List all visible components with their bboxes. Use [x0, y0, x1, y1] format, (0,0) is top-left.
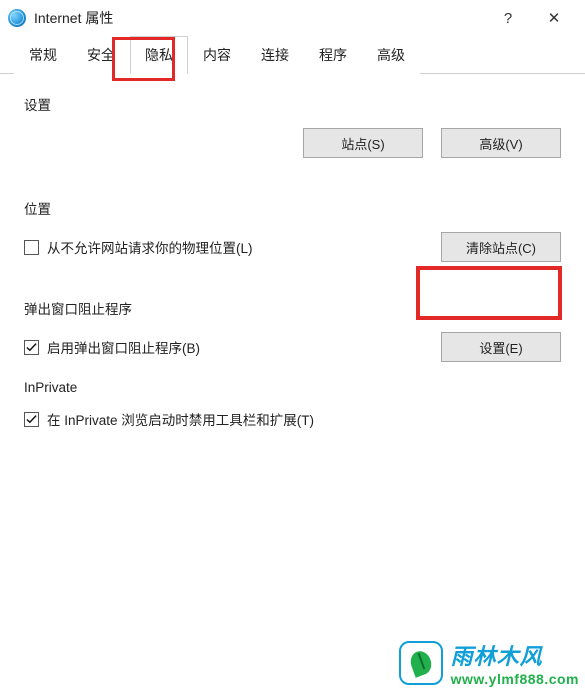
- popup-checkbox[interactable]: [24, 340, 39, 355]
- location-checkbox[interactable]: [24, 240, 39, 255]
- help-button[interactable]: ?: [485, 3, 531, 33]
- watermark-brand: 雨林木风: [451, 639, 579, 671]
- section-location-label: 位置: [24, 198, 561, 218]
- clear-sites-button[interactable]: 清除站点(C): [441, 232, 561, 262]
- titlebar: Internet 属性 ? ✕: [0, 0, 585, 36]
- popup-checkbox-label: 启用弹出窗口阻止程序(B): [47, 337, 200, 357]
- popup-checkbox-row[interactable]: 启用弹出窗口阻止程序(B): [24, 337, 200, 357]
- sites-button[interactable]: 站点(S): [303, 128, 423, 158]
- leaf-icon: [407, 648, 434, 677]
- watermark-url: www.ylmf888.com: [451, 671, 579, 687]
- popup-settings-button[interactable]: 设置(E): [441, 332, 561, 362]
- tab-content[interactable]: 内容: [188, 36, 246, 74]
- section-popup-label: 弹出窗口阻止程序: [24, 298, 561, 318]
- globe-icon: [8, 9, 26, 27]
- tab-strip: 常规 安全 隐私 内容 连接 程序 高级: [0, 36, 585, 74]
- tab-panel-privacy: 设置 站点(S) 高级(V) 位置 从不允许网站请求你的物理位置(L) 清除站点…: [0, 74, 585, 429]
- tab-general[interactable]: 常规: [14, 36, 72, 74]
- check-icon: [26, 414, 37, 425]
- section-settings-label: 设置: [24, 94, 561, 114]
- watermark-text: 雨林木风 www.ylmf888.com: [451, 639, 579, 687]
- inprivate-checkbox-row[interactable]: 在 InPrivate 浏览启动时禁用工具栏和扩展(T): [24, 409, 561, 429]
- inprivate-checkbox-label: 在 InPrivate 浏览启动时禁用工具栏和扩展(T): [47, 409, 314, 429]
- close-button[interactable]: ✕: [531, 3, 577, 33]
- tab-security[interactable]: 安全: [72, 36, 130, 74]
- watermark: 雨林木风 www.ylmf888.com: [399, 639, 579, 687]
- check-icon: [26, 342, 37, 353]
- location-checkbox-row[interactable]: 从不允许网站请求你的物理位置(L): [24, 237, 253, 257]
- watermark-logo-icon: [399, 641, 443, 685]
- tab-advanced[interactable]: 高级: [362, 36, 420, 74]
- window-title: Internet 属性: [34, 8, 485, 28]
- inprivate-checkbox[interactable]: [24, 412, 39, 427]
- tab-programs[interactable]: 程序: [304, 36, 362, 74]
- section-inprivate-label: InPrivate: [24, 380, 561, 395]
- tab-connections[interactable]: 连接: [246, 36, 304, 74]
- location-checkbox-label: 从不允许网站请求你的物理位置(L): [47, 237, 253, 257]
- tab-privacy[interactable]: 隐私: [130, 36, 188, 74]
- advanced-button[interactable]: 高级(V): [441, 128, 561, 158]
